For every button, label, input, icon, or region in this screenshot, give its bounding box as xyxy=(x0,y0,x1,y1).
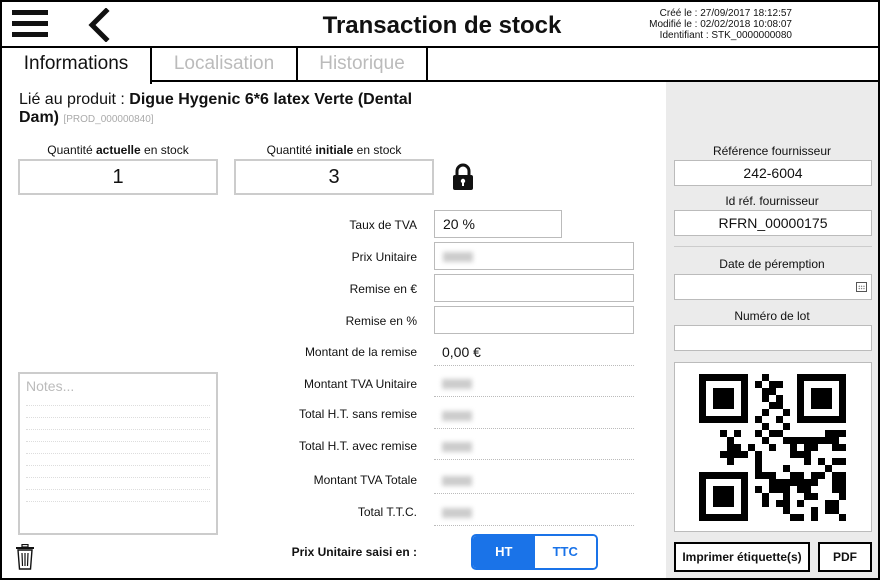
lock-icon[interactable] xyxy=(451,163,475,191)
blurred-value xyxy=(442,411,472,422)
supplier-panel: Référence fournisseur 242-6004 Id réf. f… xyxy=(666,82,878,578)
total-ht-with-discount-value xyxy=(434,432,634,460)
total-vat-amount-value xyxy=(434,466,634,494)
divider xyxy=(674,246,872,247)
created-date: Créé le : 27/09/2017 18:12:57 xyxy=(659,8,792,19)
tab-bar: Informations Localisation Historique xyxy=(2,48,878,84)
supplier-id-field[interactable]: RFRN_00000175 xyxy=(674,210,872,236)
print-labels-button[interactable]: Imprimer étiquette(s) xyxy=(674,542,810,572)
unit-vat-amount-value xyxy=(434,369,634,397)
blurred-value xyxy=(442,508,472,519)
total-ht-with-discount-label: Total H.T. avec remise xyxy=(298,439,417,453)
discount-pct-label: Remise en % xyxy=(345,314,417,328)
tva-rate-label: Taux de TVA xyxy=(349,218,417,232)
header-bar: Transaction de stock Créé le : 27/09/201… xyxy=(2,2,878,48)
notes-textarea[interactable]: Notes... xyxy=(18,372,218,535)
tab-historique[interactable]: Historique xyxy=(298,48,428,82)
initial-quantity-label: Quantité initiale en stock xyxy=(266,143,402,157)
lot-number-label: Numéro de lot xyxy=(734,309,810,323)
blurred-value xyxy=(442,442,472,453)
supplier-id-label: Id réf. fournisseur xyxy=(725,194,819,208)
calendar-icon[interactable] xyxy=(856,282,867,292)
trash-icon[interactable] xyxy=(15,544,35,570)
total-ttc-label: Total T.T.C. xyxy=(357,505,417,519)
app-window: Transaction de stock Créé le : 27/09/201… xyxy=(0,0,880,580)
record-identifier: Identifiant : STK_0000000080 xyxy=(659,30,792,41)
expiry-date-field[interactable] xyxy=(674,274,872,300)
blurred-value xyxy=(442,476,472,487)
modified-date: Modifié le : 02/02/2018 10:08:07 xyxy=(649,19,792,30)
blurred-value xyxy=(442,379,472,390)
supplier-ref-field[interactable]: 242-6004 xyxy=(674,160,872,186)
lot-number-field[interactable] xyxy=(674,325,872,351)
ht-option[interactable]: HT xyxy=(473,536,535,568)
total-ht-no-discount-label: Total H.T. sans remise xyxy=(298,407,417,421)
product-prefix: Lié au produit : xyxy=(19,91,130,108)
initial-quantity-field[interactable]: 3 xyxy=(234,159,434,195)
record-meta: Créé le : 27/09/2017 18:12:57 Modifié le… xyxy=(649,8,792,41)
total-vat-amount-label: Montant TVA Totale xyxy=(313,473,417,487)
ttc-option[interactable]: TTC xyxy=(534,536,596,568)
unit-price-label: Prix Unitaire xyxy=(351,250,417,264)
current-quantity-field[interactable]: 1 xyxy=(18,159,218,195)
total-ttc-value xyxy=(434,498,634,526)
tab-informations[interactable]: Informations xyxy=(2,48,152,84)
discount-eur-field[interactable] xyxy=(434,274,634,302)
total-ht-no-discount-value xyxy=(434,401,634,429)
discount-eur-label: Remise en € xyxy=(349,282,417,296)
discount-pct-field[interactable] xyxy=(434,306,634,334)
price-mode-label: Prix Unitaire saisi en : xyxy=(291,545,417,559)
tab-localisation[interactable]: Localisation xyxy=(152,48,298,82)
product-code: [PROD_000000840] xyxy=(63,114,154,125)
discount-amount-label: Montant de la remise xyxy=(304,345,417,359)
supplier-ref-label: Référence fournisseur xyxy=(712,144,832,158)
expiry-date-label: Date de péremption xyxy=(719,257,825,271)
current-quantity-label: Quantité actuelle en stock xyxy=(47,143,189,157)
qr-code xyxy=(674,362,872,532)
blurred-value xyxy=(443,252,473,263)
tva-rate-field[interactable]: 20 % xyxy=(434,210,562,238)
pdf-button[interactable]: PDF xyxy=(818,542,872,572)
qr-code-image xyxy=(699,374,846,521)
price-mode-toggle[interactable]: HT TTC xyxy=(471,534,598,570)
linked-product: Lié au produit : Digue Hygenic 6*6 latex… xyxy=(19,91,439,129)
notes-placeholder: Notes... xyxy=(26,378,75,394)
unit-vat-amount-label: Montant TVA Unitaire xyxy=(304,377,417,391)
discount-amount-value: 0,00 € xyxy=(434,338,634,366)
unit-price-field[interactable] xyxy=(434,242,634,270)
